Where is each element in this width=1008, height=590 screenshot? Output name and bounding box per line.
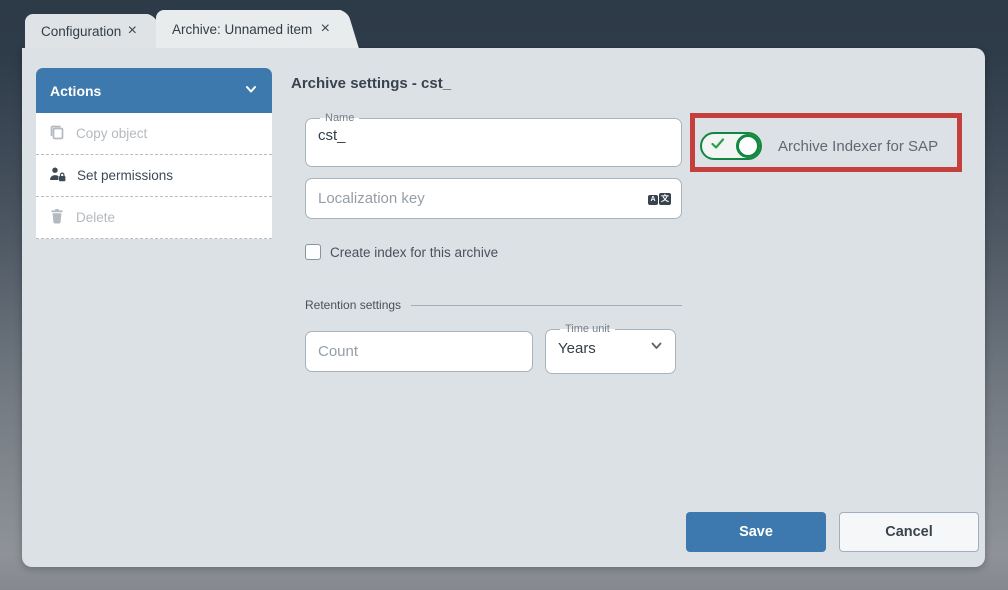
menu-item-label: Copy object — [76, 126, 147, 141]
menu-item-delete: Delete — [36, 197, 272, 239]
create-index-row: Create index for this archive — [305, 244, 498, 260]
chevron-down-icon — [244, 82, 258, 99]
translate-icon[interactable]: A 文 — [648, 193, 671, 205]
name-input[interactable] — [318, 127, 669, 144]
name-field-group: Name — [305, 112, 682, 167]
menu-item-label: Delete — [76, 210, 115, 225]
check-icon — [711, 137, 725, 155]
copy-icon — [49, 124, 65, 143]
person-lock-icon — [49, 166, 66, 185]
localization-key-field: A 文 — [305, 178, 682, 219]
create-index-checkbox[interactable] — [305, 244, 321, 260]
time-unit-select[interactable]: Time unit Years — [545, 323, 676, 374]
archive-settings-panel: Actions Copy object — [22, 48, 985, 567]
sap-toggle-label: Archive Indexer for SAP — [778, 138, 938, 155]
retention-settings-label: Retention settings — [305, 298, 401, 312]
section-divider — [411, 305, 682, 306]
chevron-down-icon — [650, 339, 663, 357]
close-icon[interactable]: × — [124, 21, 141, 41]
tab-label: Archive: Unnamed item — [172, 22, 312, 37]
localization-key-input[interactable] — [318, 190, 648, 207]
menu-item-label: Set permissions — [77, 168, 173, 183]
tab-label: Configuration — [41, 24, 121, 39]
actions-menu-header[interactable]: Actions — [36, 68, 272, 113]
cancel-button[interactable]: Cancel — [839, 512, 979, 552]
create-index-label: Create index for this archive — [330, 245, 498, 260]
menu-item-copy-object: Copy object — [36, 113, 272, 155]
archive-indexer-toggle[interactable] — [700, 132, 762, 160]
sap-toggle-row: Archive Indexer for SAP — [700, 132, 938, 160]
trash-icon — [49, 208, 65, 227]
time-unit-value: Years — [558, 340, 596, 357]
actions-menu-title: Actions — [50, 83, 101, 99]
tab-archive-unnamed-item[interactable]: Archive: Unnamed item × — [156, 10, 342, 48]
close-icon[interactable]: × — [317, 19, 334, 39]
count-input[interactable] — [318, 343, 522, 360]
retention-settings-section: Retention settings — [305, 298, 682, 312]
count-field — [305, 331, 533, 372]
menu-item-set-permissions[interactable]: Set permissions — [36, 155, 272, 197]
toggle-knob — [736, 134, 760, 158]
save-button[interactable]: Save — [686, 512, 826, 552]
actions-menu: Actions Copy object — [36, 68, 272, 239]
time-unit-label: Time unit — [560, 323, 615, 335]
name-field-label: Name — [320, 112, 359, 124]
page-title: Archive settings - cst_ — [291, 75, 451, 92]
tab-configuration[interactable]: Configuration × — [25, 14, 149, 48]
